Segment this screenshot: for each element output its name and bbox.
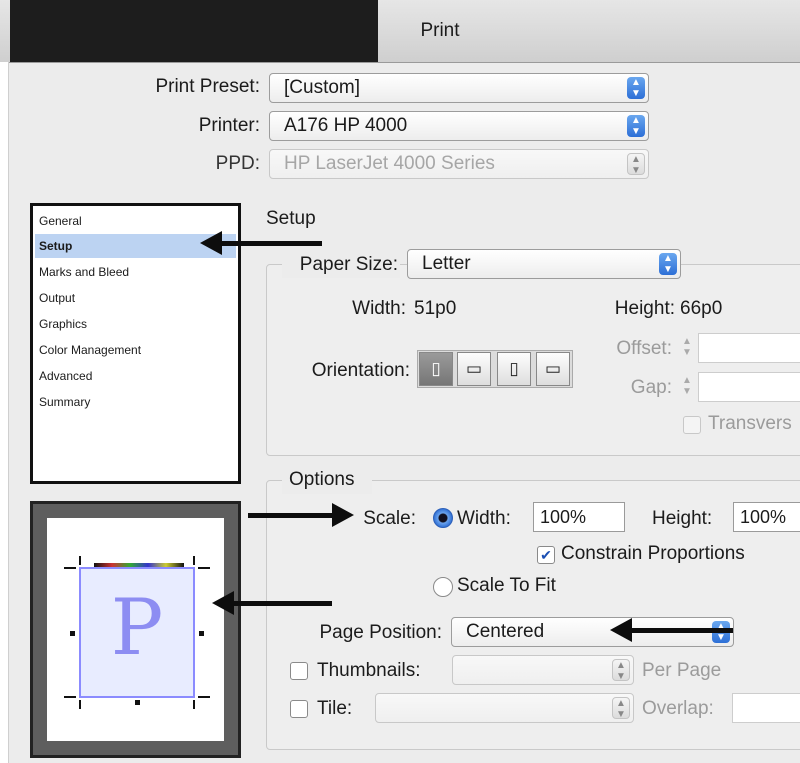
sidebar-item-advanced[interactable]: Advanced xyxy=(35,364,236,388)
ppd-value: HP LaserJet 4000 Series xyxy=(284,153,495,174)
orientation-label: Orientation: xyxy=(311,360,410,381)
crop-mark xyxy=(193,700,195,709)
reverse-landscape-icon: ▭ xyxy=(544,359,562,378)
registration-mark xyxy=(70,631,75,636)
per-page-label: Per Page xyxy=(642,660,722,681)
paper-size-label: Paper Size: xyxy=(299,254,398,275)
offset-stepper-icon: ▲ ▼ xyxy=(682,336,692,358)
crop-mark xyxy=(193,556,195,565)
sidebar-item-graphics[interactable]: Graphics xyxy=(35,312,236,336)
tile-select: ▲ ▼ xyxy=(375,693,634,723)
orientation-landscape-button[interactable]: ▭ xyxy=(457,352,491,386)
popup-arrows-icon: ▲ ▼ xyxy=(627,153,645,176)
window-left-edge xyxy=(0,62,9,763)
annotation-arrow xyxy=(630,628,733,633)
gap-label: Gap: xyxy=(630,377,672,398)
transverse-checkbox xyxy=(683,416,701,434)
sidebar-item-output[interactable]: Output xyxy=(35,286,236,310)
print-preset-label: Print Preset: xyxy=(155,76,260,97)
scale-width-radio[interactable] xyxy=(433,508,453,528)
printer-select[interactable]: A176 HP 4000 ▲ ▼ xyxy=(269,111,649,141)
tile-checkbox[interactable] xyxy=(290,700,308,718)
setup-heading: Setup xyxy=(266,208,316,229)
sidebar-item-marks-and-bleed[interactable]: Marks and Bleed xyxy=(35,260,236,284)
width-label: Width: xyxy=(352,298,406,319)
gap-field xyxy=(698,372,800,402)
window-title: Print xyxy=(420,20,460,41)
constrain-proportions-label: Constrain Proportions xyxy=(561,543,745,564)
offset-field xyxy=(698,333,800,363)
ppd-select: HP LaserJet 4000 Series ▲ ▼ xyxy=(269,149,649,179)
preview-glyph: P xyxy=(110,583,164,673)
sidebar-item-general[interactable]: General xyxy=(35,209,236,233)
print-preset-select[interactable]: [Custom] ▲ ▼ xyxy=(269,73,649,103)
options-heading: Options xyxy=(289,469,355,490)
width-value: 51p0 xyxy=(414,298,457,319)
arrow-left-icon xyxy=(200,231,222,255)
printer-label: Printer: xyxy=(198,115,260,136)
scale-to-fit-label: Scale To Fit xyxy=(457,575,556,596)
registration-mark xyxy=(135,700,140,705)
arrow-left-icon xyxy=(212,591,234,615)
annotation-arrow xyxy=(248,513,334,518)
sidebar-item-summary[interactable]: Summary xyxy=(35,390,236,414)
height-value: 66p0 xyxy=(680,298,723,319)
crop-mark xyxy=(64,567,76,569)
thumbnails-checkbox[interactable] xyxy=(290,662,308,680)
popup-arrows-icon: ▲ ▼ xyxy=(627,77,645,99)
crop-mark xyxy=(198,567,210,569)
print-preset-value: [Custom] xyxy=(284,77,361,98)
redacted-area xyxy=(10,0,378,62)
page-position-label: Page Position: xyxy=(319,622,442,643)
scale-height-field[interactable]: 100% xyxy=(733,502,800,532)
gap-stepper-icon: ▲ ▼ xyxy=(682,375,692,397)
offset-label: Offset: xyxy=(616,338,672,359)
paper-size-select[interactable]: Letter ▲ ▼ xyxy=(407,249,681,279)
crop-mark xyxy=(198,696,210,698)
thumbnails-label: Thumbnails: xyxy=(317,660,421,681)
orientation-portrait-button[interactable]: ▯ xyxy=(419,352,453,386)
annotation-arrow xyxy=(220,241,322,246)
page-position-value: Centered xyxy=(466,621,545,642)
reverse-portrait-icon: ▯ xyxy=(509,359,519,378)
annotation-arrow xyxy=(232,601,332,606)
scale-width-label: Width: xyxy=(457,508,511,529)
overlap-label: Overlap: xyxy=(642,698,714,719)
transverse-label: Transvers xyxy=(708,413,792,434)
scale-width-field[interactable]: 100% xyxy=(533,502,625,532)
tile-label: Tile: xyxy=(317,698,353,719)
popup-arrows-icon: ▲ ▼ xyxy=(612,659,630,682)
overlap-field xyxy=(732,693,800,723)
portrait-icon: ▯ xyxy=(431,359,441,378)
thumbnails-select: ▲ ▼ xyxy=(452,655,634,685)
printer-value: A176 HP 4000 xyxy=(284,115,408,136)
crop-mark xyxy=(79,556,81,565)
popup-arrows-icon: ▲ ▼ xyxy=(659,253,677,275)
checkmark-icon: ✔ xyxy=(540,547,552,563)
crop-mark xyxy=(79,700,81,709)
scale-height-label: Height: xyxy=(652,508,713,529)
popup-arrows-icon: ▲ ▼ xyxy=(612,697,630,720)
crop-mark xyxy=(64,696,76,698)
scale-to-fit-radio[interactable] xyxy=(433,577,453,597)
arrow-right-icon xyxy=(332,503,354,527)
ppd-label: PPD: xyxy=(215,153,260,174)
paper-size-value: Letter xyxy=(422,253,471,274)
arrow-left-icon xyxy=(610,618,632,642)
registration-mark xyxy=(199,631,204,636)
landscape-icon: ▭ xyxy=(465,359,483,378)
sidebar-item-color-management[interactable]: Color Management xyxy=(35,338,236,362)
orientation-reverse-portrait-button[interactable]: ▯ xyxy=(497,352,531,386)
popup-arrows-icon: ▲ ▼ xyxy=(627,115,645,137)
orientation-reverse-landscape-button[interactable]: ▭ xyxy=(536,352,570,386)
constrain-proportions-checkbox[interactable]: ✔ xyxy=(537,546,555,564)
height-label: Height: xyxy=(614,298,675,319)
